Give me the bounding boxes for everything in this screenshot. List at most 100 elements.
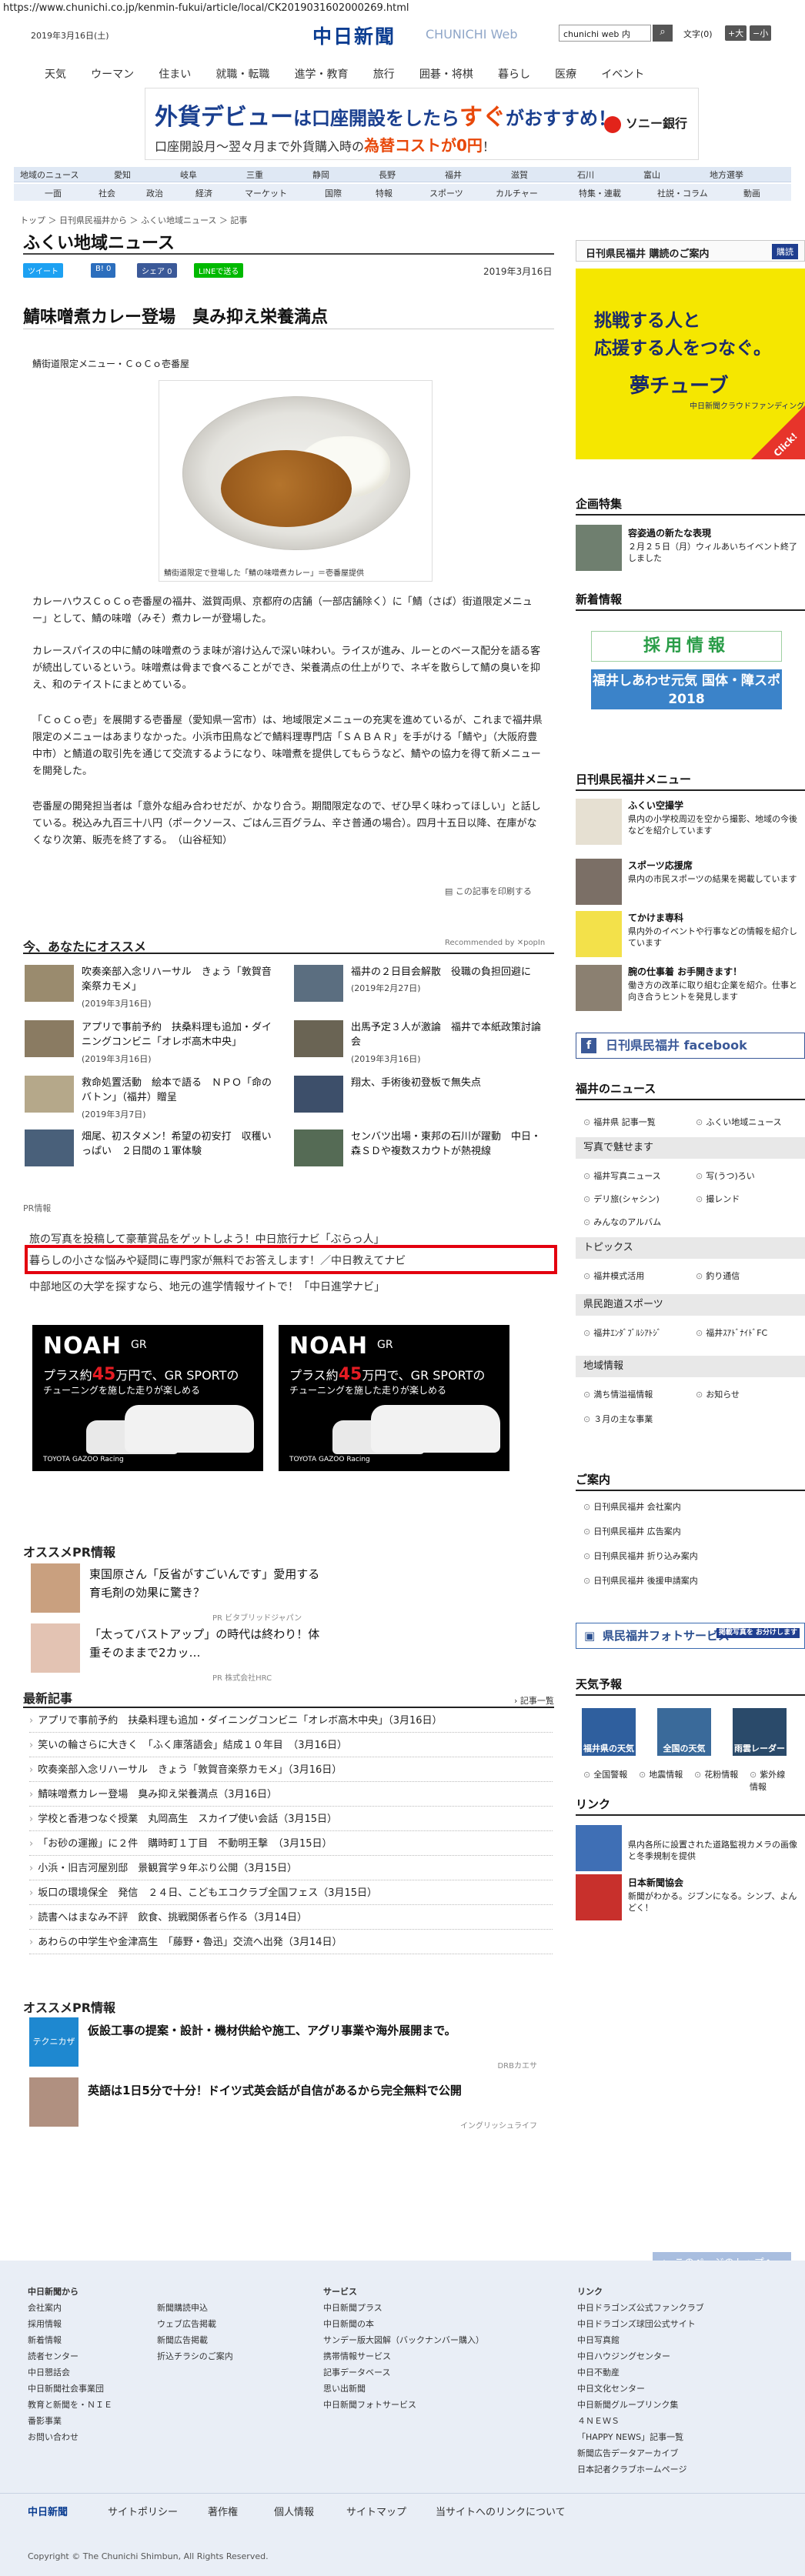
recommend-item[interactable]: 救命処置活動 絵本で語る ＮＰＯ「命のバトン」（福井）贈呈 (2019年3月7日) — [25, 1076, 279, 1119]
fukui-news-link[interactable]: 福井模式活用 — [583, 1270, 644, 1282]
osusume-pr-item[interactable]: 東国原さん「反省がすごいんです」愛用する育毛剤の効果に驚き？ PR ビタブリッドジ… — [31, 1563, 539, 1625]
region-nav-item[interactable]: 富山 — [643, 169, 660, 181]
footer-link[interactable]: ４ＮＥＷＳ — [577, 2413, 704, 2429]
pr-link[interactable]: 旅の写真を投稿して豪華賞品をゲットしよう！中日旅行ナビ「ぶらっ人」 — [29, 1231, 385, 1246]
footer-link[interactable]: ウェブ広告掲載 — [157, 2316, 233, 2332]
footer-link[interactable]: 会社案内 — [28, 2300, 112, 2316]
kikaku-thumbnail[interactable] — [576, 525, 622, 571]
region-nav-item[interactable]: 石川 — [577, 169, 594, 181]
footer-link[interactable]: 「HAPPY NEWS」記事一覧 — [577, 2429, 704, 2445]
latest-more-link[interactable]: › 記事一覧 — [514, 1694, 554, 1707]
latest-item[interactable]: 吹奏楽部入念リハーサル きょう「敦賀音楽祭カモメ」（3月16日） — [29, 1759, 553, 1782]
road-camera-link[interactable]: 県内各所に設置された道路監視カメラの画像と冬季規制を提供 — [628, 1839, 797, 1862]
region-nav-item[interactable]: 滋賀 — [511, 169, 528, 181]
fukui-news-link[interactable]: デリ旅(シャシン) — [583, 1193, 660, 1205]
menu-thumbnail[interactable] — [576, 911, 622, 957]
footer-link[interactable]: 教育と新聞を・ＮＩＥ — [28, 2397, 112, 2413]
menu-item[interactable]: ふくい空撮学 県内の小学校周辺を空から撮影、地域の今後などを紹介しています — [628, 800, 797, 836]
footer-link[interactable]: 新着情報 — [28, 2332, 112, 2348]
footer-link[interactable]: 中日不動産 — [577, 2364, 704, 2381]
latest-item[interactable]: 笑いの輪さらに大きく 「ふく庫落語会」結成１０年目 （3月16日） — [29, 1734, 553, 1757]
fukui-news-link[interactable]: 釣り通信 — [696, 1270, 740, 1282]
footer-link[interactable]: 折込チラシのご案内 — [157, 2348, 233, 2364]
footer-link[interactable]: 日本記者クラブホームページ — [577, 2461, 704, 2478]
category-nav-item[interactable]: 社説・コラム — [657, 187, 708, 199]
nav-item[interactable]: イベント — [601, 66, 644, 82]
footer-link[interactable]: 思い出新聞 — [323, 2381, 484, 2397]
recommend-item[interactable]: センバツ出場・東邦の石川が躍動 中日・森ＳＤや複数スカウトが熱視線 — [294, 1130, 548, 1168]
menu-item[interactable]: スポーツ応援席 県内の市民スポーツの結果を掲載しています — [628, 860, 797, 885]
footer-link[interactable]: 中日新聞プラス — [323, 2300, 484, 2316]
facebook-share-button[interactable]: シェア 0 — [137, 263, 177, 278]
region-nav-item[interactable]: 福井 — [445, 169, 462, 181]
category-nav-item[interactable]: 一面 — [45, 187, 62, 199]
nav-item[interactable]: 就職・転職 — [215, 66, 269, 82]
latest-item[interactable]: 坂口の環境保全 発信 ２４日、こどもエコクラブ全国フェス（3月15日） — [29, 1882, 553, 1905]
footer-link[interactable]: 中日新聞の本 — [323, 2316, 484, 2332]
footer-bar-link[interactable]: 著作権 — [208, 2504, 238, 2518]
tenki-link[interactable]: 全国警報 — [583, 1768, 627, 1780]
latest-item[interactable]: アプリで事前予約 扶桑料理も追加・ダイニングコンビニ「オレボ高木中央」（3月16… — [29, 1710, 553, 1733]
footer-link[interactable]: 中日写真館 — [577, 2332, 704, 2348]
menu-thumbnail[interactable] — [576, 859, 622, 905]
fukui-news-link[interactable]: 福井ｽｱﾄﾞﾅｲﾄﾞFC — [696, 1326, 767, 1339]
footer-link[interactable]: 番影事業 — [28, 2413, 112, 2429]
latest-item[interactable]: 「お砂の運搬」に２件 購時町１丁目 不動明王撃 （3月15日） — [29, 1833, 553, 1856]
recommend-item[interactable]: 出馬予定３人が激論 福井で本紙政策討論会 (2019年3月16日) — [294, 1020, 548, 1064]
footer-link[interactable]: 中日文化センター — [577, 2381, 704, 2397]
footer-link[interactable]: 新聞購読申込 — [157, 2300, 233, 2316]
annai-link[interactable]: 日刊県民福井 折り込み案内 — [583, 1550, 698, 1562]
category-nav-item[interactable]: 動画 — [743, 187, 760, 199]
menu-thumbnail[interactable] — [576, 799, 622, 845]
fukui-news-link[interactable]: 写(うつ)ろい — [696, 1170, 755, 1182]
press-association-link[interactable]: 日本新聞協会 新聞がわかる。ジブンになる。シンプ、よんどく！ — [628, 1877, 797, 1914]
footer-link[interactable]: 記事データベース — [323, 2364, 484, 2381]
osusume-pr2-item[interactable]: テクニカザ何？仮設工事の提案・設計・機材供給や施工、アグリ事業や海外展開まで。D… — [29, 2017, 553, 2096]
footer-link[interactable]: お問い合わせ — [28, 2429, 112, 2445]
footer-link[interactable]: 中日ドラゴンズ球団公式サイト — [577, 2316, 704, 2332]
nav-item[interactable]: 旅行 — [373, 66, 395, 82]
nav-item[interactable]: 医療 — [555, 66, 576, 82]
fukui-news-link[interactable]: ふくい地域ニュース — [696, 1116, 781, 1128]
group-heading[interactable]: 県民跑道スポーツ — [576, 1294, 805, 1316]
menu-thumbnail[interactable] — [576, 965, 622, 1011]
latest-item[interactable]: 鯖味噌煮カレー登場 臭み抑え栄養満点（3月16日） — [29, 1784, 553, 1807]
fukui-weather-link[interactable]: 福井県の天気 — [582, 1708, 636, 1756]
rain-radar-link[interactable]: 雨雲レーダー — [733, 1708, 787, 1756]
line-share-button[interactable]: LINEで送る — [194, 263, 244, 278]
subscribe-box[interactable]: 日刊県民福井 購読のご案内 購読 — [576, 240, 805, 262]
footer-bar-link[interactable]: サイトポリシー — [108, 2504, 178, 2518]
footer-link[interactable]: 中日新聞グループリンク集 — [577, 2397, 704, 2413]
national-weather-link[interactable]: 全国の天気 — [657, 1708, 711, 1756]
nav-item[interactable]: 天気 — [45, 66, 66, 82]
footer-logo[interactable]: 中日新聞 — [28, 2504, 68, 2518]
tenki-link[interactable]: 花粉情報 — [694, 1768, 738, 1780]
footer-link[interactable]: 新聞広告掲載 — [157, 2332, 233, 2348]
footer-bar-link[interactable]: 個人情報 — [274, 2504, 314, 2518]
footer-link[interactable]: 採用情報 — [28, 2316, 112, 2332]
article-photo[interactable]: 鯖街道限定で登場した「鯖の味噌煮カレー」＝壱番屋提供 — [159, 380, 433, 582]
photo-service-link[interactable]: ▣ 県民福井フォトサービス 掲載写真を お分けします — [576, 1623, 805, 1649]
fukui-news-link[interactable]: お知らせ — [696, 1388, 740, 1400]
footer-link[interactable]: 新聞広告データアーカイブ — [577, 2445, 704, 2461]
site-logo[interactable]: 中日新聞 — [312, 22, 396, 49]
nav-item[interactable]: ウーマン — [91, 66, 134, 82]
saiyou-banner[interactable]: 採用情報 — [591, 631, 782, 662]
yume-tube-ad[interactable]: 挑戦する人と 応援する人をつなぐ。 夢チューブ 中日新聞クラウドファンディング C… — [576, 269, 805, 459]
region-nav-item[interactable]: 岐阜 — [180, 169, 197, 181]
category-nav-item[interactable]: 政治 — [146, 187, 163, 199]
font-small-button[interactable]: −小 — [750, 25, 772, 41]
nav-item[interactable]: 進学・教育 — [295, 66, 349, 82]
nav-item[interactable]: 囲碁・将棋 — [419, 66, 473, 82]
font-large-button[interactable]: +大 — [725, 25, 747, 41]
footer-link[interactable]: サンデー版大図解（バックナンバー購入） — [323, 2332, 484, 2348]
annai-link[interactable]: 日刊県民福井 広告案内 — [583, 1525, 681, 1537]
region-nav-item[interactable]: 地方選挙 — [710, 169, 743, 181]
recommend-item[interactable]: 畑尾、初スタメン！希望の初安打 収穫いっぱい ２日間の１軍体験 — [25, 1130, 279, 1168]
recommend-item[interactable]: アプリで事前予約 扶桑料理も追加・ダイニングコンビニ「オレボ高木中央」 (2019… — [25, 1020, 279, 1064]
group-heading[interactable]: 写真で魅せます — [576, 1137, 805, 1159]
menu-item[interactable]: てかけま専科 県内外のイベントや行事などの情報を紹介しています — [628, 913, 797, 949]
footer-link[interactable]: 中日懇話会 — [28, 2364, 112, 2381]
tenki-link[interactable]: 地震情報 — [639, 1768, 683, 1780]
tenki-link[interactable]: 紫外線情報 — [750, 1768, 791, 1793]
